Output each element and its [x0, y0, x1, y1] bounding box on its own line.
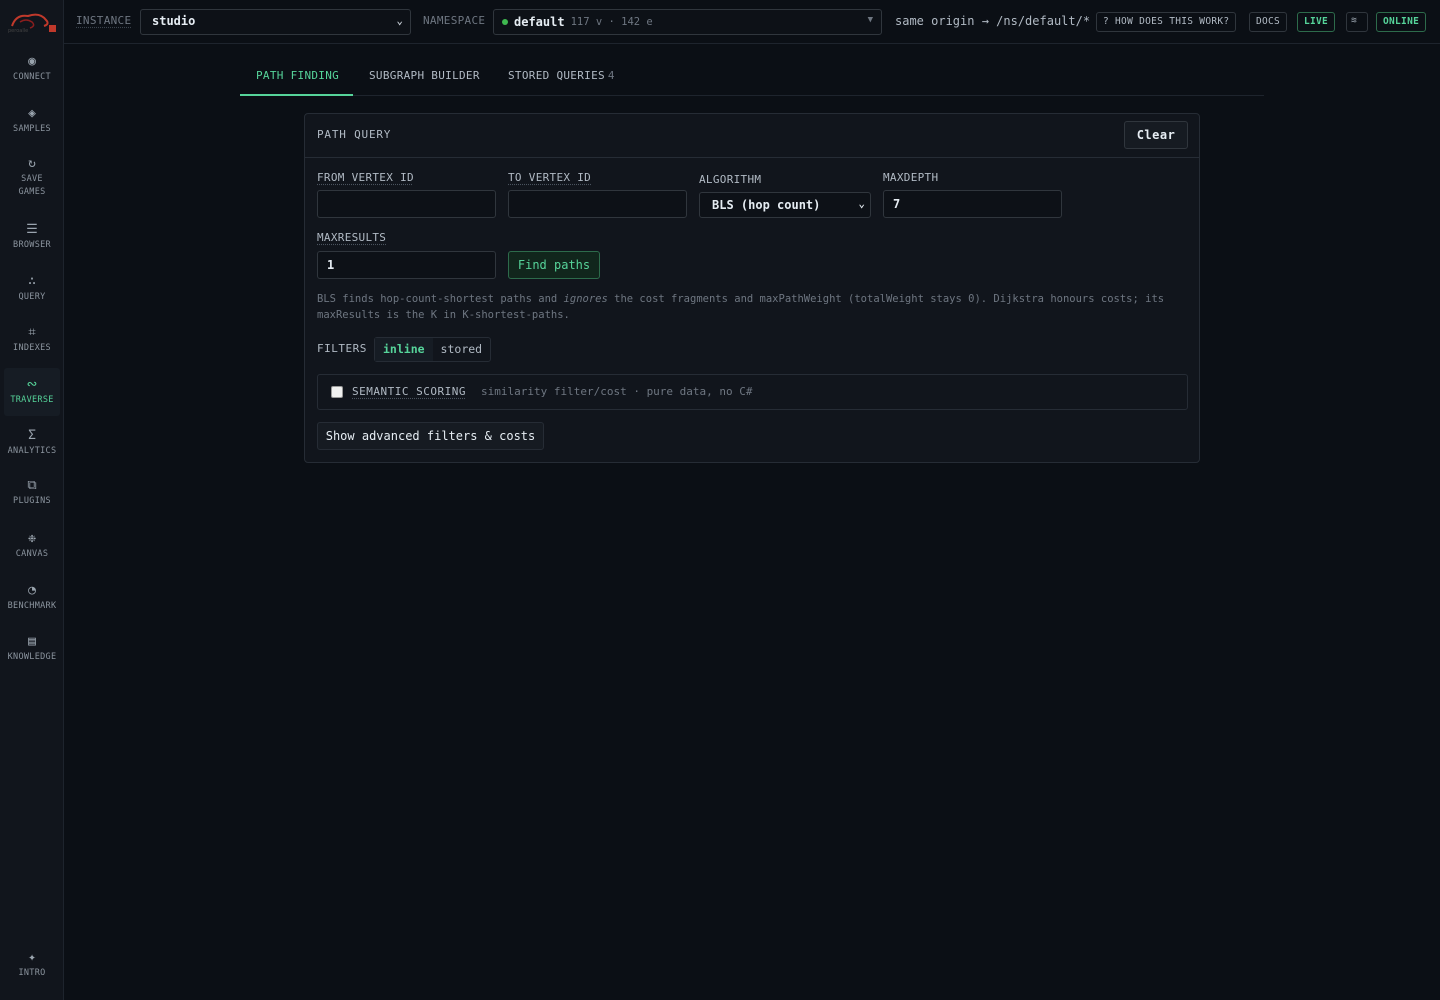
nav-label: CONNECT — [13, 72, 51, 82]
instance-select[interactable]: studio ⌄ — [140, 9, 411, 35]
semantic-scoring-section: SEMANTIC SCORING similarity filter/cost … — [317, 374, 1188, 410]
namespace-name: default — [514, 15, 565, 29]
to-vertex-label: TO VERTEX ID — [508, 171, 592, 184]
to-vertex-input[interactable] — [508, 190, 687, 218]
namespace-select[interactable]: default 117 v · 142 e ▼ — [493, 9, 882, 35]
docs-button[interactable]: DOCS — [1249, 12, 1288, 32]
maxdepth-input[interactable]: 7 — [883, 190, 1062, 218]
algorithm-select[interactable]: BLS (hop count) ⌄ — [699, 192, 871, 218]
nav-save-games[interactable]: ↻ SAVE GAMES — [4, 156, 60, 202]
instance-label: INSTANCE — [76, 14, 132, 27]
nav-canvas[interactable]: ❉ CANVAS — [4, 531, 60, 577]
tab-label: PATH FINDING — [256, 69, 340, 82]
status-badge: ONLINE — [1376, 12, 1427, 32]
browser-icon: ☰ — [26, 222, 38, 237]
find-paths-button[interactable]: Find paths — [508, 251, 600, 279]
algorithm-value: BLS (hop count) — [712, 198, 821, 212]
nav-label: QUERY — [18, 292, 46, 302]
panel-title: PATH QUERY — [317, 128, 392, 141]
sigma-icon: Σ — [28, 428, 36, 443]
from-vertex-input[interactable] — [317, 190, 496, 218]
save-games-icon: ↻ — [28, 156, 36, 171]
connect-icon: ◉ — [28, 54, 36, 69]
tab-count-badge: 4 — [607, 69, 615, 82]
panel-header: PATH QUERY Clear — [305, 114, 1199, 158]
caret-down-icon: ▼ — [867, 15, 873, 25]
from-vertex-label: FROM VERTEX ID — [317, 171, 414, 184]
tab-label: STORED QUERIES — [508, 69, 605, 82]
semantic-scoring-subtitle: similarity filter/cost · pure data, no C… — [481, 385, 753, 398]
namespace-counts: 117 v · 142 e — [570, 16, 653, 28]
theme-toggle-icon[interactable]: ≋ — [1346, 12, 1368, 32]
namespace-label: NAMESPACE — [423, 14, 486, 27]
help-button[interactable]: ? HOW DOES THIS WORK? — [1096, 12, 1237, 32]
traverse-icon: ∾ — [26, 377, 38, 392]
algorithm-help-text: BLS finds hop-count-shortest paths and i… — [317, 293, 1165, 321]
maxresults-input[interactable]: 1 — [317, 251, 496, 279]
nav-label: SAVE GAMES — [18, 174, 46, 197]
top-bar: INSTANCE studio ⌄ NAMESPACE default 117 … — [64, 0, 1440, 44]
chevron-down-icon: ⌄ — [858, 197, 865, 210]
live-toggle[interactable]: LIVE — [1297, 12, 1336, 32]
canvas-icon: ❉ — [28, 531, 36, 546]
maxresults-label: MAXRESULTS — [317, 231, 387, 244]
benchmark-icon: ◔ — [28, 583, 36, 598]
nav-label: CANVAS — [15, 549, 49, 559]
nav-label: KNOWLEDGE — [7, 652, 57, 662]
path-query-panel: PATH QUERY Clear FROM VERTEX ID TO VERTE… — [304, 113, 1200, 463]
query-icon: ∴ — [28, 274, 36, 289]
nav-query[interactable]: ∴ QUERY — [4, 274, 60, 320]
indexes-icon: ⌗ — [28, 325, 36, 340]
knowledge-icon: ▤ — [28, 634, 36, 649]
tab-label: SUBGRAPH BUILDER — [369, 69, 480, 82]
nav-label: BENCHMARK — [7, 601, 57, 611]
nav-benchmark[interactable]: ◔ BENCHMARK — [4, 583, 60, 629]
nav-label: PLUGINS — [13, 496, 51, 506]
nav-label: ANALYTICS — [7, 446, 57, 456]
nav-plugins[interactable]: ⧉ PLUGINS — [4, 478, 60, 524]
tab-stored-queries[interactable]: STORED QUERIES 4 — [508, 56, 615, 96]
algorithm-label: ALGORITHM — [699, 173, 762, 186]
filter-inline-option[interactable]: inline — [375, 338, 433, 361]
nav-analytics[interactable]: Σ ANALYTICS — [4, 428, 60, 474]
nav-knowledge[interactable]: ▤ KNOWLEDGE — [4, 634, 60, 680]
nav-label: BROWSER — [13, 240, 51, 250]
nav-browser[interactable]: ☰ BROWSER — [4, 222, 60, 268]
tab-path-finding[interactable]: PATH FINDING — [240, 56, 353, 96]
chevron-down-icon: ⌄ — [396, 14, 403, 27]
tab-subgraph-builder[interactable]: SUBGRAPH BUILDER — [369, 56, 480, 96]
nav-traverse[interactable]: ∾ TRAVERSE — [4, 368, 60, 416]
nav-intro[interactable]: ✦ INTRO — [4, 950, 60, 996]
tentacle-logo-icon[interactable]: peroalle — [6, 8, 58, 34]
origin-path: same origin → /ns/default/* — [895, 14, 1091, 28]
sidebar: peroalle ◉ CONNECT ◈ SAMPLES ↻ SAVE GAME… — [0, 0, 64, 1000]
svg-text:peroalle: peroalle — [8, 28, 28, 34]
nav-label: INDEXES — [13, 343, 51, 353]
semantic-scoring-checkbox[interactable] — [331, 386, 343, 398]
filters-label: FILTERS — [317, 342, 367, 355]
plugins-icon: ⧉ — [27, 478, 37, 493]
sparkle-icon: ✦ — [28, 950, 36, 965]
filter-stored-option[interactable]: stored — [433, 338, 491, 361]
maxdepth-label: MAXDEPTH — [883, 171, 939, 184]
nav-samples[interactable]: ◈ SAMPLES — [4, 106, 60, 152]
filters-mode-toggle: inline stored — [374, 337, 492, 362]
show-advanced-button[interactable]: Show advanced filters & costs — [317, 422, 544, 450]
semantic-scoring-title: SEMANTIC SCORING — [352, 385, 466, 398]
tab-bar: PATH FINDING SUBGRAPH BUILDER STORED QUE… — [240, 56, 1264, 96]
status-dot-icon — [502, 19, 508, 25]
nav-indexes[interactable]: ⌗ INDEXES — [4, 325, 60, 371]
nav-label: SAMPLES — [13, 124, 51, 134]
instance-value: studio — [152, 14, 196, 28]
nav-label: INTRO — [18, 968, 46, 978]
samples-icon: ◈ — [28, 106, 36, 121]
nav-label: TRAVERSE — [10, 395, 54, 405]
nav-connect[interactable]: ◉ CONNECT — [4, 54, 60, 100]
clear-button[interactable]: Clear — [1124, 121, 1188, 149]
